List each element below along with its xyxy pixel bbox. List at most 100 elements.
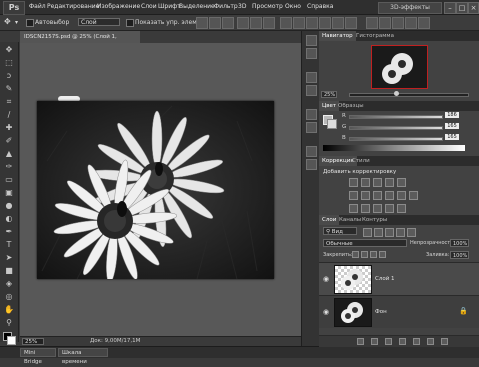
tab-swatches[interactable]: Образцы	[335, 101, 367, 111]
lock-position-icon[interactable]	[370, 251, 377, 258]
layer-mask-icon[interactable]	[385, 338, 392, 345]
menu-edit[interactable]: Редактирование	[47, 3, 99, 10]
align-vcenter-icon[interactable]	[209, 17, 221, 29]
auto-align-icon[interactable]	[345, 17, 357, 29]
channel-b-value[interactable]: 165	[445, 134, 459, 140]
3d-drag-icon[interactable]	[392, 17, 404, 29]
lock-pixels-icon[interactable]	[361, 251, 368, 258]
lasso-tool-icon[interactable]: ↄ	[4, 71, 14, 81]
pen-tool-icon[interactable]: ✒	[4, 227, 14, 237]
navigator-zoom-slider[interactable]	[349, 93, 469, 97]
filter-shape-icon[interactable]	[396, 228, 405, 237]
gradient-tool-icon[interactable]: ▣	[4, 188, 14, 198]
clone-source-panel-icon[interactable]	[306, 159, 317, 170]
exposure-icon[interactable]	[385, 178, 394, 187]
path-select-tool-icon[interactable]: ➤	[4, 253, 14, 263]
posterize-icon[interactable]	[361, 204, 370, 213]
gradient-map-icon[interactable]	[385, 204, 394, 213]
menu-filter[interactable]: Фильтр	[214, 3, 238, 10]
color-lookup-icon[interactable]	[409, 191, 418, 200]
document-size[interactable]: Док: 9,00M/17,1M	[90, 338, 140, 344]
healing-brush-tool-icon[interactable]: ✚	[4, 123, 14, 133]
history-brush-tool-icon[interactable]: ✑	[4, 162, 14, 172]
distribute-left-icon[interactable]	[319, 17, 331, 29]
move-tool-icon[interactable]: ✥	[4, 45, 14, 55]
align-bottom-icon[interactable]	[222, 17, 234, 29]
eye-icon[interactable]: ◉	[322, 275, 330, 283]
new-group-icon[interactable]	[413, 338, 420, 345]
background-color-swatch[interactable]	[7, 336, 16, 345]
auto-select-checkbox[interactable]	[26, 19, 34, 27]
properties-panel-icon[interactable]	[306, 72, 317, 83]
filter-pixel-icon[interactable]	[363, 228, 372, 237]
tab-mini-bridge[interactable]: Mini Bridge	[20, 348, 56, 365]
menu-help[interactable]: Справка	[307, 3, 333, 10]
tab-navigator[interactable]: Навигатор	[319, 31, 356, 41]
menu-file[interactable]: Файл	[29, 3, 46, 10]
brightness-contrast-icon[interactable]	[349, 178, 358, 187]
background-color-chip[interactable]	[327, 119, 337, 129]
layer-name[interactable]: Слой 1	[375, 276, 395, 282]
hand-tool-icon[interactable]: ✋	[4, 305, 14, 315]
link-layers-icon[interactable]	[357, 338, 364, 345]
actions-panel-icon[interactable]	[306, 48, 317, 59]
chevron-down-icon[interactable]: ▾	[15, 19, 18, 26]
brush-panel-icon[interactable]	[306, 146, 317, 157]
layer-filter-select[interactable]: ⚲ Вид	[323, 227, 357, 235]
channel-mixer-icon[interactable]	[397, 191, 406, 200]
align-hcenter-icon[interactable]	[250, 17, 262, 29]
opacity-field[interactable]: 100%	[450, 239, 469, 247]
3d-roll-icon[interactable]	[379, 17, 391, 29]
channel-r-slider[interactable]	[349, 115, 443, 119]
black-white-icon[interactable]	[373, 191, 382, 200]
tab-styles[interactable]: Стили	[349, 156, 373, 166]
align-left-icon[interactable]	[237, 17, 249, 29]
trash-icon[interactable]	[441, 338, 448, 345]
layer-name[interactable]: Фон	[375, 309, 387, 315]
dodge-tool-icon[interactable]: ◐	[4, 214, 14, 224]
new-layer-icon[interactable]	[427, 338, 434, 345]
3d-rotate-icon[interactable]	[366, 17, 378, 29]
channel-r-value[interactable]: 186	[445, 112, 459, 118]
menu-type[interactable]: Шрифт	[158, 3, 181, 10]
layer-row[interactable]: ◉ Слой 1	[319, 262, 479, 295]
clone-stamp-tool-icon[interactable]: ▲	[4, 149, 14, 159]
zoom-tool-icon[interactable]: ⚲	[4, 318, 14, 328]
brush-tool-icon[interactable]: ✐	[4, 136, 14, 146]
blur-tool-icon[interactable]: ●	[4, 201, 14, 211]
menu-window[interactable]: Окно	[285, 3, 301, 10]
adjustment-layer-icon[interactable]	[399, 338, 406, 345]
type-tool-icon[interactable]: T	[4, 240, 14, 250]
channel-g-slider[interactable]	[349, 126, 443, 130]
shape-tool-icon[interactable]: ■	[4, 266, 14, 276]
close-button[interactable]: ×	[468, 2, 479, 14]
distribute-top-icon[interactable]	[280, 17, 292, 29]
zoom-level-field[interactable]: 25%	[22, 338, 44, 345]
blend-mode-select[interactable]: Обычные	[323, 239, 407, 247]
fill-field[interactable]: 100%	[450, 251, 469, 259]
curves-icon[interactable]	[373, 178, 382, 187]
show-transform-checkbox[interactable]	[126, 19, 134, 27]
lock-all-icon[interactable]	[379, 251, 386, 258]
menu-3d[interactable]: 3D	[238, 3, 246, 10]
crop-tool-icon[interactable]: ⌗	[4, 97, 14, 107]
eye-icon[interactable]: ◉	[322, 308, 330, 316]
distribute-bottom-icon[interactable]	[306, 17, 318, 29]
minimize-button[interactable]: –	[444, 2, 456, 14]
filter-type-icon[interactable]	[385, 228, 394, 237]
history-panel-icon[interactable]	[306, 35, 317, 46]
menu-view[interactable]: Просмотр	[252, 3, 283, 10]
quick-select-tool-icon[interactable]: ✎	[4, 84, 14, 94]
menu-select[interactable]: Выделение	[179, 3, 215, 10]
layer-style-icon[interactable]	[371, 338, 378, 345]
invert-icon[interactable]	[349, 204, 358, 213]
3d-camera-tool-icon[interactable]: ◎	[4, 292, 14, 302]
navigator-zoom-knob[interactable]	[394, 91, 399, 96]
channel-g-value[interactable]: 165	[445, 123, 459, 129]
move-tool-icon[interactable]: ✥	[4, 17, 11, 26]
auto-select-target-select[interactable]: Слой	[78, 18, 120, 26]
distribute-vcenter-icon[interactable]	[293, 17, 305, 29]
channel-b-slider[interactable]	[349, 137, 443, 141]
layer-row[interactable]: ◉ Фон 🔒	[319, 295, 479, 328]
distribute-hcenter-icon[interactable]	[332, 17, 344, 29]
